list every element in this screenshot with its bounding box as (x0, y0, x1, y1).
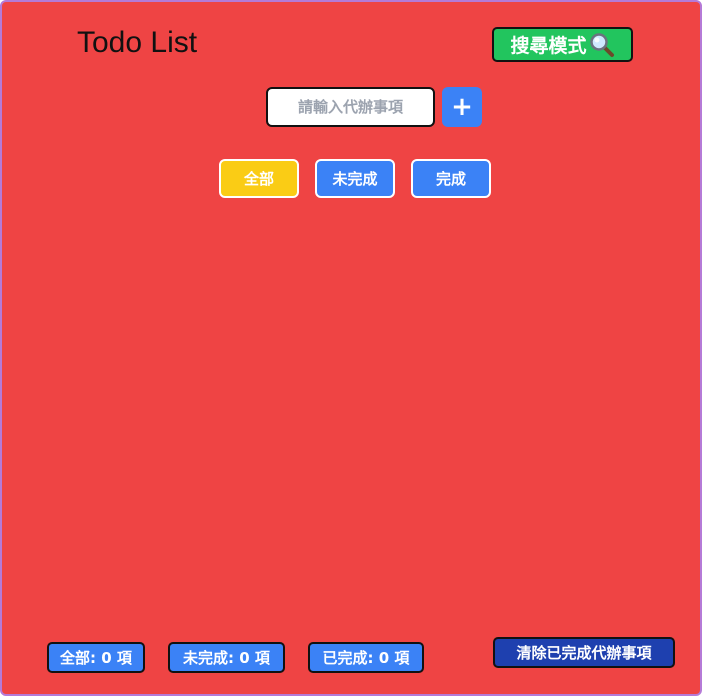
count-undone-badge: 未完成: 0 項 (168, 642, 285, 673)
search-mode-button[interactable]: 搜尋模式 (492, 27, 633, 62)
plus-icon: + (451, 92, 473, 122)
add-todo-button[interactable]: + (442, 87, 482, 127)
filter-done-button[interactable]: 完成 (411, 159, 491, 198)
todo-app: Todo List 搜尋模式 + 全部 未完成 完成 全部: 0 項 未完成: … (0, 0, 702, 696)
todo-input[interactable] (266, 87, 435, 127)
clear-completed-button[interactable]: 清除已完成代辦事項 (493, 637, 675, 668)
count-all-badge: 全部: 0 項 (47, 642, 145, 673)
magnifier-icon (589, 32, 615, 58)
search-mode-label: 搜尋模式 (510, 35, 587, 57)
count-done-badge: 已完成: 0 項 (308, 642, 424, 673)
filter-all-button[interactable]: 全部 (219, 159, 299, 198)
filter-undone-button[interactable]: 未完成 (315, 159, 395, 198)
page-title: Todo List (77, 26, 198, 59)
